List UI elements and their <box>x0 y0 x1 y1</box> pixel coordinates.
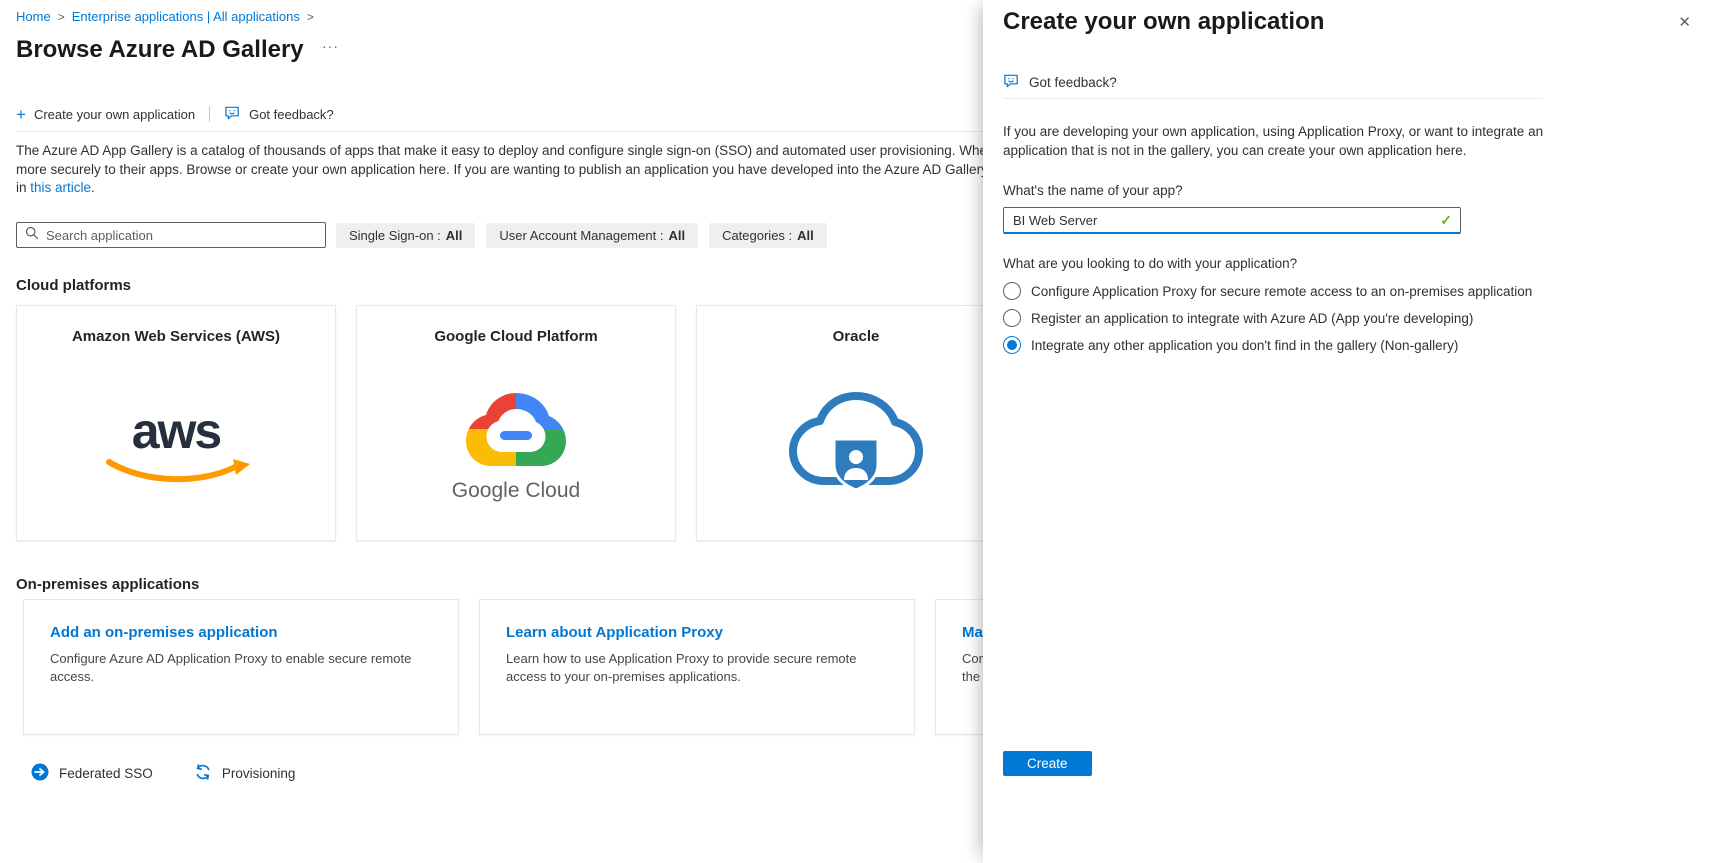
filter-single-sign-on[interactable]: Single Sign-on : All <box>336 223 475 248</box>
filter-value: All <box>797 228 814 243</box>
description-line: more securely to their apps. Browse or c… <box>16 161 995 180</box>
create-button-label: Create your own application <box>34 107 195 122</box>
command-bar: + Create your own application Got feedba… <box>16 100 334 128</box>
aws-logo: aws <box>17 364 335 526</box>
aws-card[interactable]: Amazon Web Services (AWS) aws <box>16 305 336 541</box>
search-icon <box>25 226 39 245</box>
panel-description: If you are developing your own applicati… <box>1003 123 1568 160</box>
page-title: Browse Azure AD Gallery <box>16 36 304 64</box>
oracle-card[interactable]: Oracle <box>696 305 1016 541</box>
radio-label[interactable]: Configure Application Proxy for secure r… <box>1031 284 1532 299</box>
filter-value: All <box>668 228 685 243</box>
federated-sso-label: Federated SSO <box>59 766 153 781</box>
oracle-card-title: Oracle <box>697 328 1015 345</box>
aws-smile-icon <box>101 458 251 484</box>
app-name-label: What's the name of your app? <box>1003 183 1183 198</box>
app-name-input[interactable] <box>1003 207 1461 234</box>
option-non-gallery[interactable]: Integrate any other application you don'… <box>1003 336 1532 354</box>
app-purpose-label: What are you looking to do with your app… <box>1003 256 1297 271</box>
cloud-platform-cards: Amazon Web Services (AWS) aws Google Clo… <box>16 305 1016 541</box>
radio-button[interactable] <box>1003 309 1021 327</box>
breadcrumb-home-link[interactable]: Home <box>16 9 51 24</box>
panel-got-feedback-link[interactable]: Got feedback? <box>1003 72 1117 92</box>
aws-logo-text: aws <box>132 406 221 456</box>
google-cloud-icon <box>464 387 568 471</box>
this-article-link[interactable]: this article <box>30 180 91 195</box>
aws-card-title: Amazon Web Services (AWS) <box>17 328 335 345</box>
google-cloud-card[interactable]: Google Cloud Platform Google Cloud <box>356 305 676 541</box>
add-on-premises-application-card[interactable]: Add an on-premises application Configure… <box>23 599 459 735</box>
filter-value: All <box>446 228 463 243</box>
card-title: Learn about Application Proxy <box>506 624 888 641</box>
breadcrumb-separator-icon: > <box>307 10 314 24</box>
close-icon[interactable]: ✕ <box>1678 13 1691 31</box>
feedback-button-label: Got feedback? <box>249 107 334 122</box>
create-button[interactable]: Create <box>1003 751 1092 776</box>
filter-label: Categories : <box>722 228 792 243</box>
radio-label[interactable]: Register an application to integrate wit… <box>1031 311 1473 326</box>
panel-feedback-label: Got feedback? <box>1029 75 1117 90</box>
filter-label: User Account Management : <box>499 228 663 243</box>
filter-categories[interactable]: Categories : All <box>709 223 827 248</box>
federated-sso-icon <box>30 762 50 785</box>
option-register-application[interactable]: Register an application to integrate wit… <box>1003 309 1532 327</box>
federated-sso-legend: Federated SSO <box>30 762 153 785</box>
app-purpose-options: Configure Application Proxy for secure r… <box>1003 282 1532 354</box>
gallery-description: The Azure AD App Gallery is a catalog of… <box>16 142 995 198</box>
oracle-cloud-shield-icon <box>781 384 931 506</box>
description-line: The Azure AD App Gallery is a catalog of… <box>16 142 995 161</box>
plus-icon: + <box>16 106 26 123</box>
got-feedback-button[interactable]: Got feedback? <box>224 104 334 124</box>
google-cloud-logo: Google Cloud <box>357 364 675 526</box>
radio-button[interactable] <box>1003 336 1021 354</box>
panel-title: Create your own application <box>1003 8 1324 36</box>
on-premises-heading: On-premises applications <box>16 576 199 593</box>
card-description: Configure Azure AD Application Proxy to … <box>50 650 432 685</box>
oracle-cloud-logo <box>697 364 1015 526</box>
breadcrumb-separator-icon: > <box>58 10 65 24</box>
description-line: in this article. <box>16 179 995 198</box>
description-text: in <box>16 180 30 195</box>
cloud-platforms-heading: Cloud platforms <box>16 277 131 294</box>
breadcrumb-enterprise-apps-link[interactable]: Enterprise applications | All applicatio… <box>72 9 300 24</box>
learn-about-application-proxy-card[interactable]: Learn about Application Proxy Learn how … <box>479 599 915 735</box>
search-application-input[interactable] <box>46 228 317 243</box>
radio-button[interactable] <box>1003 282 1021 300</box>
filter-label: Single Sign-on : <box>349 228 441 243</box>
provisioning-legend: Provisioning <box>193 762 296 785</box>
legend: Federated SSO Provisioning <box>30 762 295 785</box>
more-menu-icon[interactable]: ··· <box>322 38 339 54</box>
radio-label[interactable]: Integrate any other application you don'… <box>1031 338 1458 353</box>
panel-divider-line <box>1003 98 1543 99</box>
provisioning-label: Provisioning <box>222 766 296 781</box>
filter-user-account-management[interactable]: User Account Management : All <box>486 223 698 248</box>
google-cloud-logo-text: Google Cloud <box>452 479 580 503</box>
filter-pills: Single Sign-on : All User Account Manage… <box>336 223 827 248</box>
option-application-proxy[interactable]: Configure Application Proxy for secure r… <box>1003 282 1532 300</box>
create-your-own-application-button[interactable]: + Create your own application <box>16 106 195 123</box>
search-application-box <box>16 222 326 248</box>
feedback-icon <box>224 104 241 124</box>
toolbar-divider <box>209 106 210 122</box>
description-text: . <box>91 180 95 195</box>
google-cloud-card-title: Google Cloud Platform <box>357 328 675 345</box>
app-name-field: ✓ <box>1003 207 1461 234</box>
provisioning-icon <box>193 762 213 785</box>
create-your-own-application-panel: Create your own application ✕ Got feedba… <box>983 0 1713 863</box>
breadcrumb: Home > Enterprise applications | All app… <box>16 9 314 24</box>
card-title: Add an on-premises application <box>50 624 432 641</box>
feedback-icon <box>1003 72 1020 92</box>
card-description: Learn how to use Application Proxy to pr… <box>506 650 888 685</box>
validation-check-icon: ✓ <box>1440 212 1452 229</box>
